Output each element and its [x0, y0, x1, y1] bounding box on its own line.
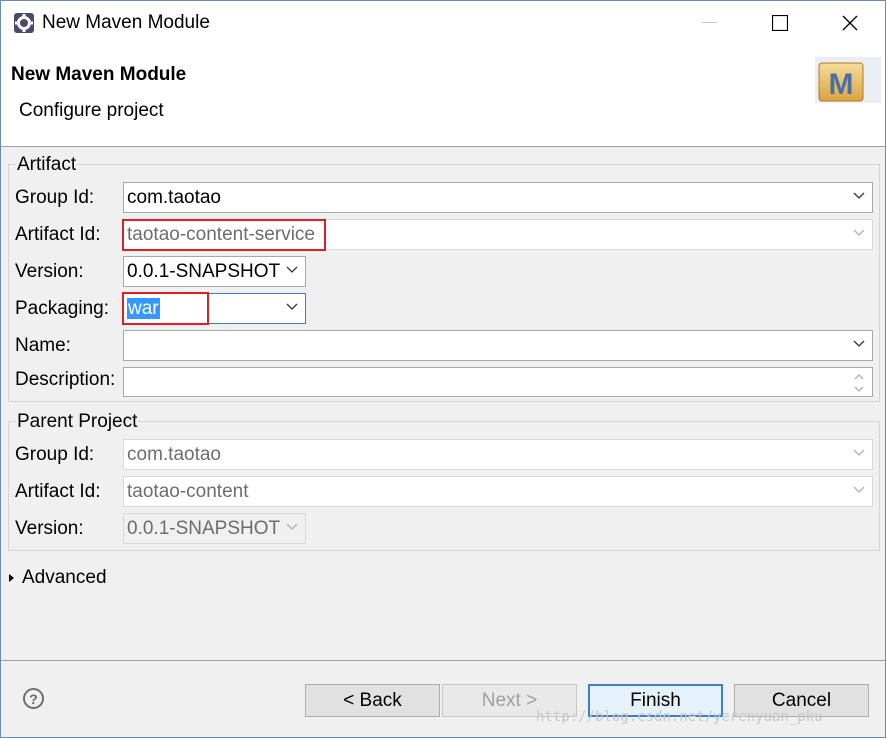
name-label: Name:: [15, 335, 71, 356]
expand-triangle-icon: [9, 574, 14, 582]
maven-logo-letter: M: [829, 68, 854, 101]
parent-version-value: 0.0.1-SNAPSHOT: [127, 518, 281, 539]
description-label: Description:: [15, 369, 116, 390]
version-label: Version:: [15, 261, 84, 282]
chevron-down-icon: [853, 229, 865, 236]
parent-artifact-id-combo[interactable]: taotao-content: [123, 476, 873, 507]
group-id-value: com.taotao: [127, 187, 221, 208]
parent-version-label: Version:: [15, 518, 84, 539]
group-id-label: Group Id:: [15, 187, 95, 208]
title-bar: New Maven Module: [1, 1, 885, 45]
wizard-header: New Maven Module Configure project M: [1, 45, 885, 147]
wizard-title: New Maven Module: [11, 64, 187, 85]
parent-group-id-combo[interactable]: com.taotao: [123, 439, 873, 470]
close-button[interactable]: [815, 1, 885, 45]
help-icon[interactable]: ?: [23, 688, 44, 709]
dialog-window: New Maven Module New Maven Module Config…: [0, 0, 886, 738]
chevron-down-icon: [853, 486, 865, 493]
artifact-legend: Artifact: [16, 154, 78, 176]
back-button[interactable]: < Back: [305, 684, 440, 717]
description-textarea[interactable]: [123, 367, 873, 397]
chevron-down-icon: [853, 340, 865, 347]
artifact-id-label: Artifact Id:: [15, 224, 101, 245]
advanced-label: Advanced: [22, 567, 107, 588]
close-icon: [842, 15, 858, 31]
name-combo[interactable]: [123, 330, 873, 361]
maximize-button[interactable]: [745, 1, 815, 45]
packaging-highlight: [122, 292, 209, 325]
parent-group-id-value: com.taotao: [127, 444, 221, 465]
version-value: 0.0.1-SNAPSHOT: [127, 261, 281, 282]
parent-version-combo[interactable]: 0.0.1-SNAPSHOT: [123, 513, 306, 544]
parent-artifact-id-value: taotao-content: [127, 481, 249, 502]
parent-project-legend: Parent Project: [16, 411, 139, 433]
window-title: New Maven Module: [42, 12, 210, 33]
packaging-label: Packaging:: [15, 298, 110, 319]
parent-group-id-label: Group Id:: [15, 444, 95, 465]
scroll-arrows-icon[interactable]: [850, 370, 868, 396]
minimize-button[interactable]: [675, 1, 745, 45]
maven-logo-icon: M: [815, 57, 881, 103]
eclipse-app-icon: [14, 13, 34, 33]
maximize-icon: [772, 15, 788, 31]
artifact-id-highlight: [122, 219, 326, 251]
minimize-icon: [702, 22, 717, 23]
wizard-subtitle: Configure project: [19, 100, 164, 121]
chevron-down-icon: [853, 449, 865, 456]
chevron-down-icon: [286, 303, 298, 310]
chevron-down-icon: [286, 523, 298, 530]
footer-divider: [1, 660, 885, 661]
chevron-down-icon: [853, 192, 865, 199]
parent-artifact-id-label: Artifact Id:: [15, 481, 101, 502]
group-id-combo[interactable]: com.taotao: [123, 182, 873, 213]
chevron-down-icon: [286, 266, 298, 273]
advanced-expander[interactable]: Advanced: [9, 567, 107, 589]
watermark-text: http://blog.csdn.net/yerenyuan_pku: [536, 709, 823, 725]
version-combo[interactable]: 0.0.1-SNAPSHOT: [123, 256, 306, 287]
